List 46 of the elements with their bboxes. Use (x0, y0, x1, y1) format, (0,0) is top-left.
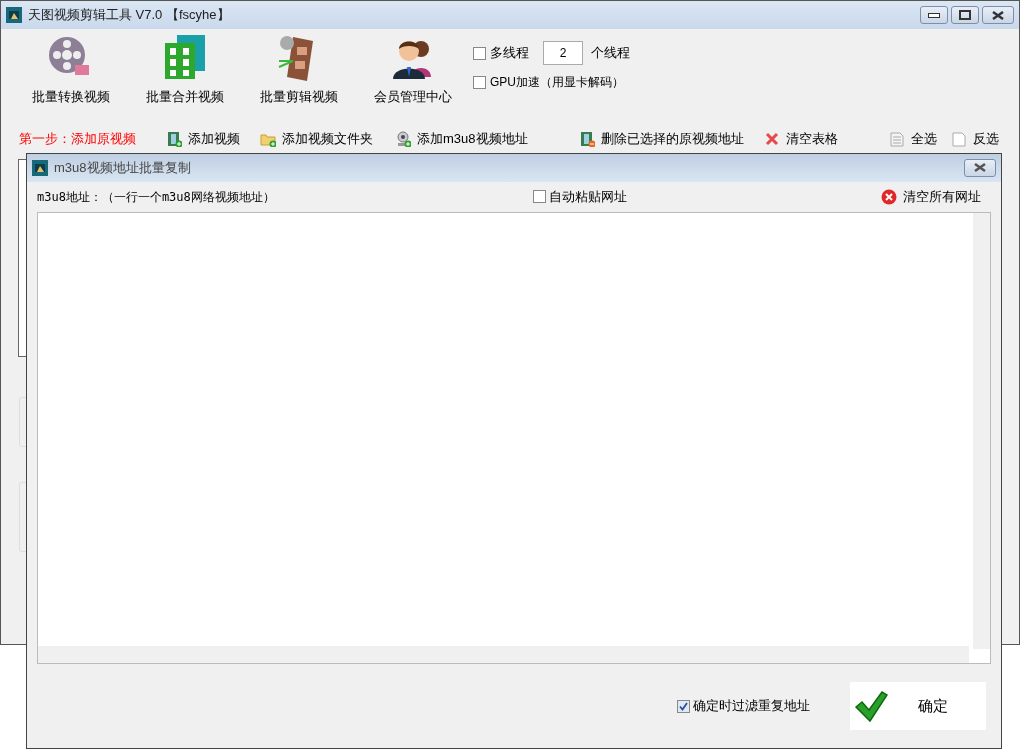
document-lines-icon (889, 131, 905, 147)
multithread-checkbox[interactable] (473, 46, 486, 60)
toolbar-button[interactable]: 反选 (951, 129, 999, 149)
close-icon (974, 163, 986, 173)
toolbar-button[interactable]: 删除已选择的原视频地址 (578, 129, 744, 149)
toolbar-button[interactable]: 添加m3u8视频地址 (395, 129, 528, 149)
tool-button[interactable]: 会员管理中心 (363, 33, 463, 107)
film-add-icon (166, 131, 182, 147)
app-icon (32, 159, 48, 176)
blank-document-icon (951, 131, 967, 147)
close-icon (763, 131, 780, 147)
tool-button[interactable]: 批量转换视频 (21, 33, 121, 107)
toolbar-button[interactable]: 清空表格 (763, 129, 838, 149)
toolbar-button[interactable]: 全选 (889, 129, 937, 149)
filter-duplicates-checkbox[interactable] (677, 699, 690, 713)
folder-add-icon (260, 131, 276, 147)
error-icon (881, 188, 897, 205)
tool-button[interactable]: 批量剪辑视频 (249, 33, 349, 107)
tool-button[interactable]: 批量合并视频 (135, 33, 235, 107)
ok-button[interactable]: 确定 (850, 682, 986, 731)
film-remove-icon (578, 131, 595, 147)
gpu-checkbox[interactable] (473, 75, 486, 89)
gpu-label: GPU加速（用显卡解码） (490, 74, 624, 91)
app-icon (6, 7, 22, 23)
toolbar-button[interactable]: 添加视频文件夹 (260, 129, 373, 149)
filter-duplicates-label: 确定时过滤重复地址 (693, 697, 810, 716)
clear-all-button[interactable]: 清空所有网址 (881, 187, 981, 207)
multithread-label: 多线程 (490, 44, 529, 63)
toolbar-button[interactable]: 添加视频 (166, 129, 240, 149)
url-label: m3u8地址：（一行一个m3u8网络视频地址） (37, 188, 276, 206)
checkmark-icon (854, 689, 888, 724)
maximize-button[interactable] (951, 6, 979, 24)
auto-paste-label: 自动粘贴网址 (549, 188, 627, 207)
maximize-icon (959, 10, 971, 20)
dialog-title: m3u8视频地址批量复制 (54, 159, 191, 178)
step-label: 第一步：添加原视频 (19, 130, 136, 149)
minimize-button[interactable] (920, 6, 948, 24)
close-button[interactable] (964, 158, 996, 177)
close-button[interactable] (982, 6, 1014, 24)
minimize-icon (928, 12, 940, 18)
close-icon (992, 10, 1004, 20)
webcam-add-icon (395, 131, 411, 147)
auto-paste-checkbox[interactable] (533, 190, 546, 204)
thread-count-field[interactable]: 2 (543, 41, 583, 65)
window-title: 天图视频剪辑工具 V7.0 【fscyhe】 (28, 6, 230, 25)
thread-count-label: 个线程 (591, 44, 630, 63)
